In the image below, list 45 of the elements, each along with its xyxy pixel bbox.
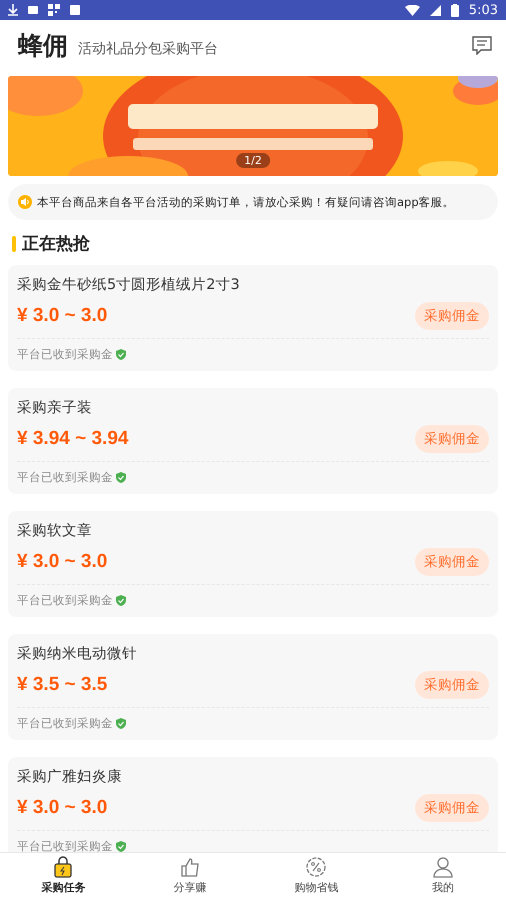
app-subtitle: 活动礼品分包采购平台: [78, 40, 218, 58]
price-range: ¥ 3.94 ~ 3.94: [17, 428, 128, 450]
app-title: 蜂佣: [18, 30, 68, 62]
signal-icon: [430, 4, 441, 16]
grid-icon: [48, 4, 60, 16]
speaker-icon: [18, 195, 32, 209]
payment-status: 平台已收到采购金: [17, 593, 113, 608]
task-card[interactable]: 采购广雅妇炎康 ¥ 3.0 ~ 3.0 采购佣金 平台已收到采购金: [8, 757, 498, 852]
task-title: 采购纳米电动微针: [17, 645, 138, 663]
tab-bar-item[interactable]: 购物省钱: [253, 853, 380, 898]
notice-text: 本平台商品来自各平台活动的采购订单，请放心采购！有疑问请咨询app客服。: [37, 194, 455, 210]
price-range: ¥ 3.0 ~ 3.0: [17, 551, 108, 573]
task-card[interactable]: 采购亲子装 ¥ 3.94 ~ 3.94 采购佣金 平台已收到采购金: [8, 388, 498, 494]
download-icon: [8, 4, 18, 16]
commission-tag: 采购佣金: [415, 671, 489, 699]
tab-bar-item[interactable]: 采购任务: [0, 853, 126, 898]
task-title: 采购广雅妇炎康: [17, 768, 123, 786]
wifi-icon: [404, 4, 420, 16]
commission-tag: 采购佣金: [415, 794, 489, 822]
section-title: 正在热抢: [22, 233, 90, 255]
banner-pager: 1/2: [236, 153, 270, 168]
payment-status: 平台已收到采购金: [17, 470, 113, 485]
thumbs-up-icon: [178, 856, 201, 878]
price-range: ¥ 3.0 ~ 3.0: [17, 305, 108, 327]
task-card[interactable]: 采购软文章 ¥ 3.0 ~ 3.0 采购佣金 平台已收到采购金: [8, 511, 498, 617]
tab-bar-item[interactable]: 我的: [380, 853, 506, 898]
shopping-bag-icon: [52, 856, 74, 878]
task-card[interactable]: 采购金牛砂纸5寸圆形植绒片2寸3 ¥ 3.0 ~ 3.0 采购佣金 平台已收到采购金: [8, 265, 498, 371]
person-icon: [432, 856, 454, 878]
payment-status: 平台已收到采购金: [17, 716, 113, 731]
payment-status: 平台已收到采购金: [17, 347, 113, 362]
commission-tag: 采购佣金: [415, 302, 489, 330]
status-time: 5:03: [468, 2, 498, 18]
commission-tag: 采购佣金: [415, 425, 489, 453]
price-range: ¥ 3.5 ~ 3.5: [17, 674, 108, 696]
task-card[interactable]: 采购纳米电动微针 ¥ 3.5 ~ 3.5 采购佣金 平台已收到采购金: [8, 634, 498, 740]
payment-status: 平台已收到采购金: [17, 839, 113, 852]
commission-tag: 采购佣金: [415, 548, 489, 576]
task-title: 采购软文章: [17, 522, 93, 540]
tab-bar-item[interactable]: 分享赚: [126, 853, 253, 898]
task-title: 采购亲子装: [17, 398, 93, 417]
battery-icon: [450, 4, 459, 16]
discount-icon: [305, 856, 328, 878]
price-range: ¥ 3.0 ~ 3.0: [17, 797, 108, 819]
task-title: 采购金牛砂纸5寸圆形植绒片2寸3: [17, 276, 241, 294]
